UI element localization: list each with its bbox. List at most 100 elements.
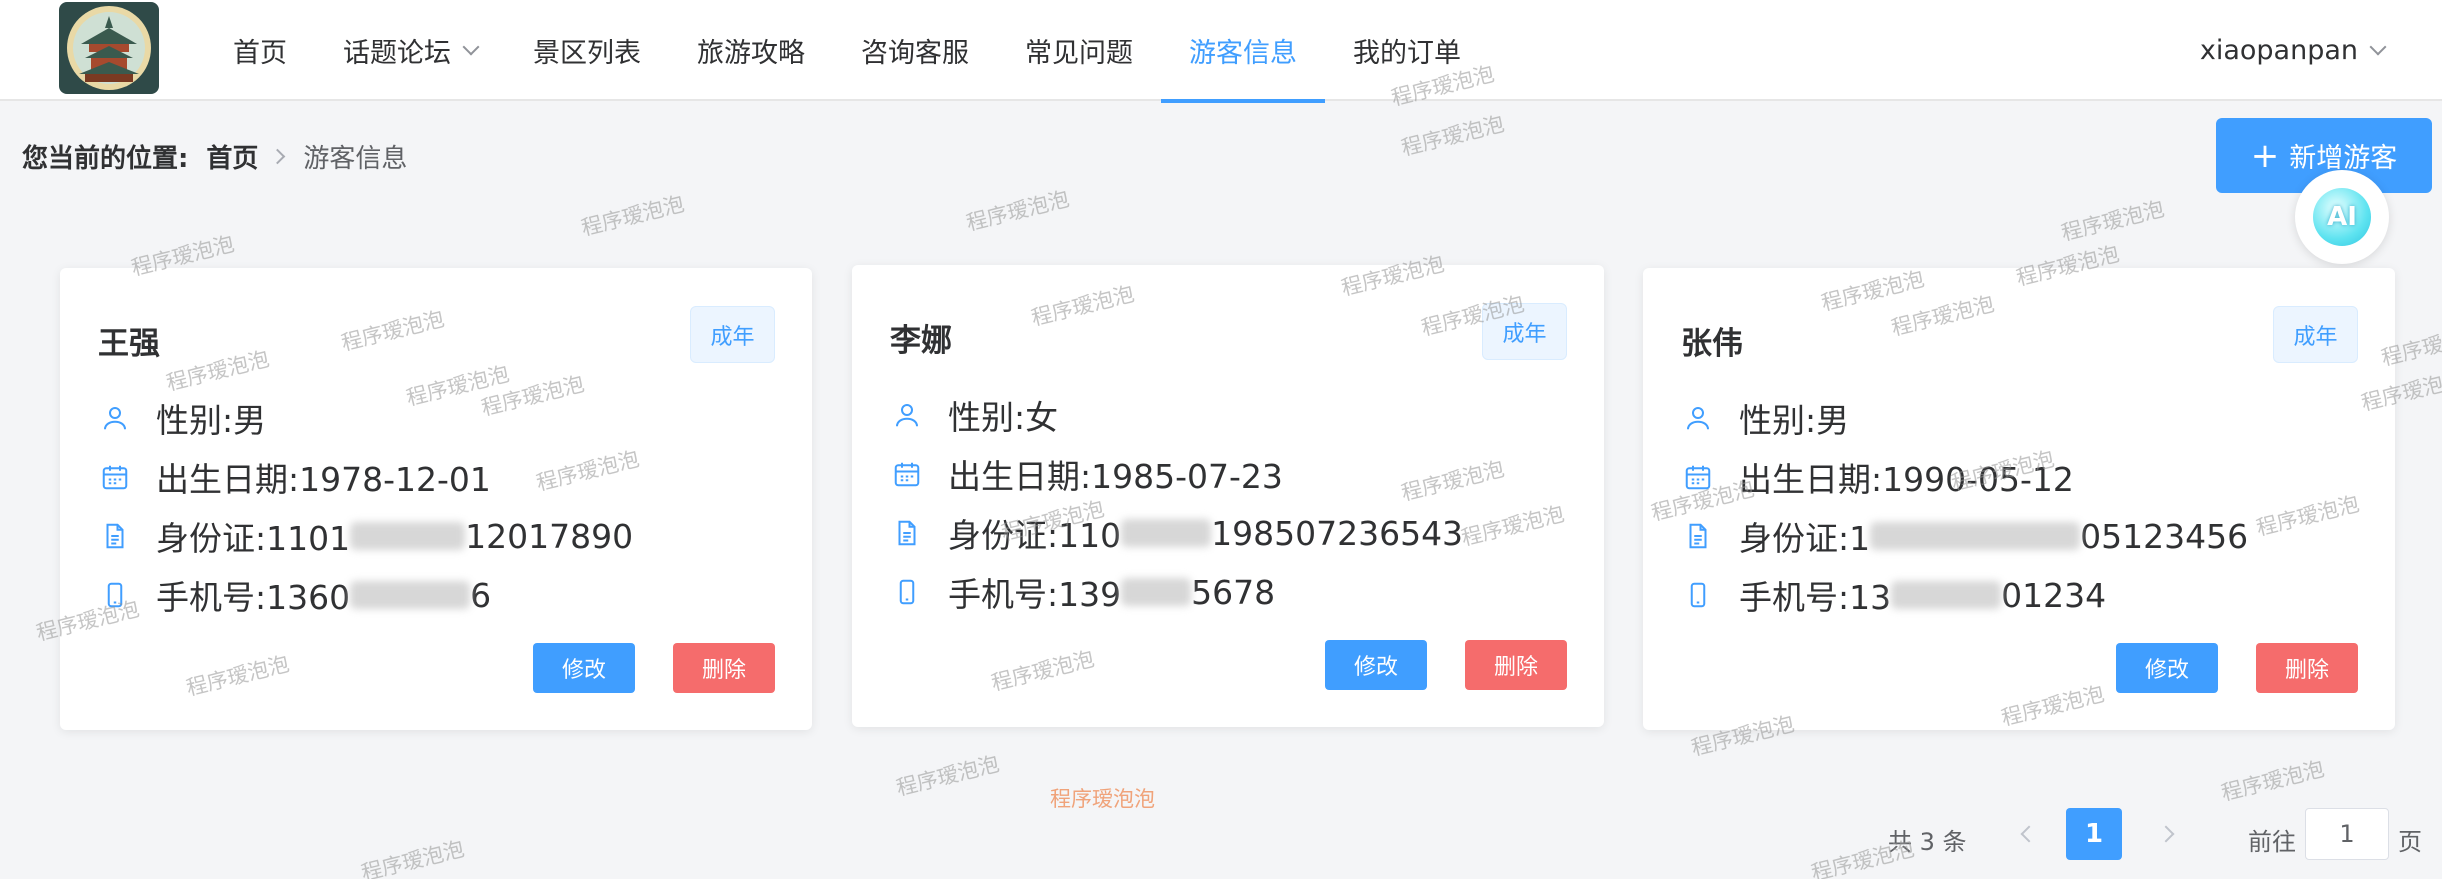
id-mask — [1121, 519, 1212, 547]
document-icon — [890, 516, 924, 550]
watermark-text: 程序瑷泡泡 — [2218, 756, 2327, 806]
nav-item-label: 常见问题 — [1025, 38, 1133, 69]
delete-button[interactable]: 删除 — [1465, 640, 1567, 690]
nav-item-7[interactable]: 我的订单 — [1325, 0, 1489, 101]
nav-item-5[interactable]: 常见问题 — [997, 0, 1161, 101]
nav-item-1[interactable]: 话题论坛 — [315, 0, 505, 101]
id-row: 身份证:110 198507236543 — [890, 509, 1463, 557]
id-row: 身份证:1 05123456 — [1681, 512, 2248, 560]
age-tag: 成年 — [2273, 306, 2358, 363]
edit-button[interactable]: 修改 — [533, 643, 635, 693]
phone-prefix: 手机号:1360 — [156, 578, 351, 617]
watermark-text: 程序瑷泡泡 — [1398, 111, 1507, 161]
nav-item-6[interactable]: 游客信息 — [1161, 0, 1325, 103]
phone-mask — [1891, 581, 2002, 609]
breadcrumb-current: 游客信息 — [303, 144, 408, 174]
watermark-text: 程序瑷泡泡 — [963, 186, 1072, 236]
birth-text: 出生日期:1990-05-12 — [1739, 460, 2074, 499]
edit-button[interactable]: 修改 — [1325, 640, 1427, 690]
phone-mask — [350, 581, 471, 609]
phone-suffix: 01234 — [2001, 575, 2107, 615]
chevron-right-icon — [2157, 825, 2175, 843]
user-icon — [890, 398, 924, 432]
pagination-page[interactable]: 1 — [2066, 808, 2122, 860]
pagination-next[interactable] — [2140, 808, 2192, 860]
document-icon — [1681, 519, 1715, 553]
id-prefix: 身份证:1101 — [156, 519, 351, 558]
chevron-left-icon — [2020, 825, 2038, 843]
pagination-goto-label: 前往 — [2248, 828, 2296, 856]
age-tag: 成年 — [1482, 303, 1567, 360]
document-icon — [98, 519, 132, 553]
nav-item-4[interactable]: 咨询客服 — [833, 0, 997, 101]
chevron-right-icon — [270, 148, 286, 165]
id-suffix: 198507236543 — [1211, 513, 1464, 553]
phone-prefix: 手机号:13 — [1739, 578, 1892, 617]
tourist-card: 李娜 成年 性别:女 出生日期:1985-07-23 身份证:110 1985072365… — [852, 265, 1604, 727]
chevron-down-icon — [2369, 38, 2387, 55]
nav-item-label: 话题论坛 — [343, 38, 451, 69]
delete-button[interactable]: 删除 — [673, 643, 775, 693]
phone-prefix: 手机号:139 — [948, 575, 1122, 614]
breadcrumb-home[interactable]: 首页 — [206, 138, 258, 175]
edit-button[interactable]: 修改 — [2116, 643, 2218, 693]
birth-row: 出生日期:1985-07-23 — [890, 450, 1283, 498]
watermark-text: 程序瑷泡泡 — [2058, 196, 2167, 246]
age-tag: 成年 — [690, 306, 775, 363]
pagination-unit: 页 — [2398, 828, 2422, 856]
birth-row: 出生日期:1978-12-01 — [98, 453, 491, 501]
watermark-text: 程序瑷泡泡 — [893, 751, 1002, 801]
chevron-down-icon — [462, 38, 480, 55]
ai-assistant-button[interactable]: AI — [2295, 170, 2389, 264]
tourist-name: 王强 — [98, 326, 160, 362]
user-icon — [1681, 401, 1715, 435]
phone-mask — [1121, 578, 1192, 606]
birth-text: 出生日期:1985-07-23 — [948, 457, 1283, 496]
phone-row: 手机号:1360 6 — [98, 571, 491, 619]
site-logo[interactable] — [59, 2, 159, 94]
calendar-icon — [1681, 460, 1715, 494]
plus-icon: + — [2250, 135, 2280, 176]
phone-icon — [890, 575, 924, 609]
id-suffix: 12017890 — [465, 516, 634, 556]
birth-text: 出生日期:1978-12-01 — [156, 460, 491, 499]
ai-icon: AI — [2313, 188, 2371, 246]
gender-text: 性别:女 — [948, 398, 1059, 437]
watermark-text: 程序瑷泡泡 — [578, 191, 687, 241]
id-row: 身份证:1101 12017890 — [98, 512, 633, 560]
id-prefix: 身份证:1 — [1739, 519, 1871, 558]
top-navbar: 首页 话题论坛 景区列表 旅游攻略 咨询客服 常见问题 游客信息 我的订单 xiaopanpa… — [0, 0, 2442, 103]
pagination-goto-input[interactable] — [2305, 808, 2389, 860]
id-mask — [350, 522, 466, 550]
gender-text: 性别:男 — [1739, 401, 1850, 440]
phone-row: 手机号:13 01234 — [1681, 571, 2106, 619]
tourist-card: 王强 成年性别:男出生日期:1978-12-01 身份证:1101 12017890 手… — [60, 268, 812, 730]
id-suffix: 05123456 — [2080, 516, 2249, 556]
nav-item-label: 我的订单 — [1353, 38, 1461, 69]
watermark-text: 程序瑷泡泡 — [358, 836, 467, 879]
pagination-prev[interactable] — [2003, 808, 2055, 860]
phone-row: 手机号:139 5678 — [890, 568, 1275, 616]
nav-item-2[interactable]: 景区列表 — [505, 0, 669, 101]
nav-item-label: 游客信息 — [1189, 38, 1297, 69]
username: xiaopanpan — [2199, 35, 2358, 66]
user-menu[interactable]: xiaopanpan — [2199, 0, 2387, 101]
phone-suffix: 5678 — [1191, 572, 1276, 612]
id-mask — [1870, 522, 2081, 550]
delete-button[interactable]: 删除 — [2256, 643, 2358, 693]
main-nav: 首页 话题论坛 景区列表 旅游攻略 咨询客服 常见问题 游客信息 我的订单 — [205, 0, 1489, 103]
birth-row: 出生日期:1990-05-12 — [1681, 453, 2074, 501]
nav-item-label: 旅游攻略 — [697, 38, 805, 69]
breadcrumb-label: 您当前的位置: — [22, 144, 189, 174]
phone-icon — [98, 578, 132, 612]
pagination-total: 共 3 条 — [1888, 828, 1967, 856]
gender-row: 性别:男 — [1681, 394, 1849, 442]
calendar-icon — [98, 460, 132, 494]
gender-row: 性别:男 — [98, 394, 266, 442]
user-icon — [98, 401, 132, 435]
tourist-name: 张伟 — [1681, 326, 1743, 362]
nav-item-3[interactable]: 旅游攻略 — [669, 0, 833, 101]
nav-item-0[interactable]: 首页 — [205, 0, 315, 101]
phone-icon — [1681, 578, 1715, 612]
gender-text: 性别:男 — [156, 401, 267, 440]
